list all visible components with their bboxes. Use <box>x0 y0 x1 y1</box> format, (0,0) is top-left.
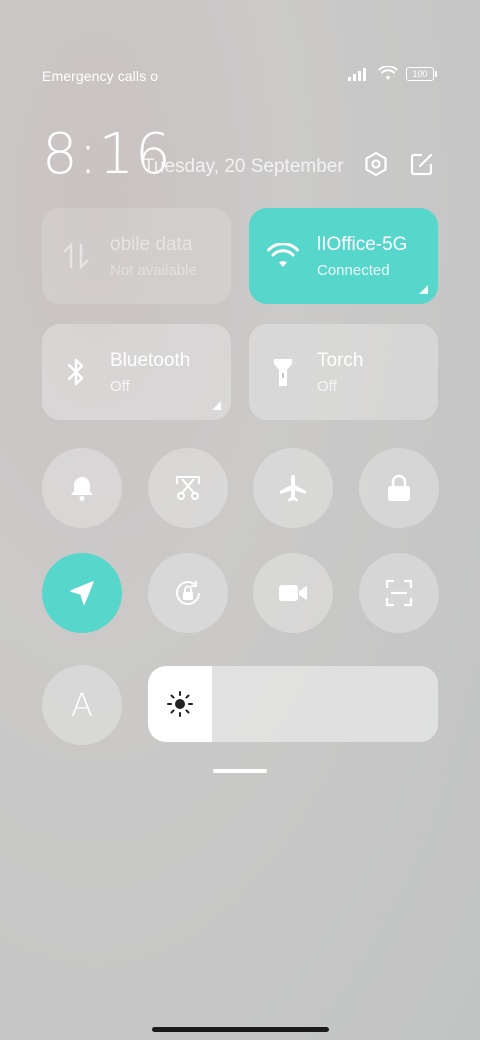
bluetooth-status: Off <box>110 377 130 395</box>
rotation-lock-icon <box>176 581 200 605</box>
auto-brightness-label: A <box>71 686 93 724</box>
video-icon <box>279 585 307 601</box>
video-toggle[interactable] <box>253 553 333 633</box>
mobile-data-tile[interactable]: obile data Not available <box>42 208 231 304</box>
status-carrier-text: Emergency calls o <box>42 68 159 84</box>
torch-tile[interactable]: Torch Off <box>249 324 438 420</box>
sun-icon <box>166 691 193 717</box>
wifi-status: Connected <box>317 261 390 279</box>
screenshot-icon <box>176 476 200 500</box>
status-icons: 100 <box>348 66 437 81</box>
home-indicator[interactable] <box>152 1027 329 1032</box>
panel-drag-handle[interactable] <box>213 769 267 773</box>
airplane-icon <box>280 475 306 502</box>
brightness-fill <box>148 666 212 742</box>
wifi-tile[interactable]: lIOffice-5G Connected <box>249 208 438 304</box>
torch-icon <box>249 356 317 388</box>
scan-icon <box>385 579 413 607</box>
settings-button[interactable] <box>362 150 390 178</box>
battery-icon: 100 <box>406 66 437 81</box>
airplane-toggle[interactable] <box>253 448 333 528</box>
torch-title: Torch <box>317 349 364 371</box>
mobile-data-subtitle: Not available <box>110 261 197 279</box>
bluetooth-expand-icon[interactable] <box>212 401 221 410</box>
location-icon <box>70 581 94 605</box>
mobile-data-icon <box>42 241 110 271</box>
rotation-lock-toggle[interactable] <box>148 553 228 633</box>
mobile-data-title: obile data <box>110 233 193 255</box>
bluetooth-title: Bluetooth <box>110 349 191 371</box>
wifi-icon <box>378 66 398 80</box>
auto-brightness-button[interactable]: A <box>42 665 122 745</box>
sound-toggle[interactable] <box>42 448 122 528</box>
wifi-icon <box>249 243 317 269</box>
bell-icon <box>71 477 93 501</box>
location-toggle[interactable] <box>42 553 122 633</box>
screenshot-toggle[interactable] <box>148 448 228 528</box>
gear-icon <box>365 151 387 177</box>
edit-icon <box>410 153 433 176</box>
signal-icon <box>348 67 366 81</box>
lock-icon <box>388 474 410 501</box>
torch-status: Off <box>317 377 337 395</box>
edit-button[interactable] <box>408 150 436 178</box>
wifi-expand-icon[interactable] <box>419 285 428 294</box>
scanner-toggle[interactable] <box>359 553 439 633</box>
brightness-slider[interactable] <box>148 666 438 742</box>
lock-screen-toggle[interactable] <box>359 448 439 528</box>
bluetooth-icon <box>42 357 110 387</box>
bluetooth-tile[interactable]: Bluetooth Off <box>42 324 231 420</box>
date-text: Tuesday, 20 September <box>143 156 344 177</box>
wifi-network-name: lIOffice-5G <box>317 233 408 255</box>
